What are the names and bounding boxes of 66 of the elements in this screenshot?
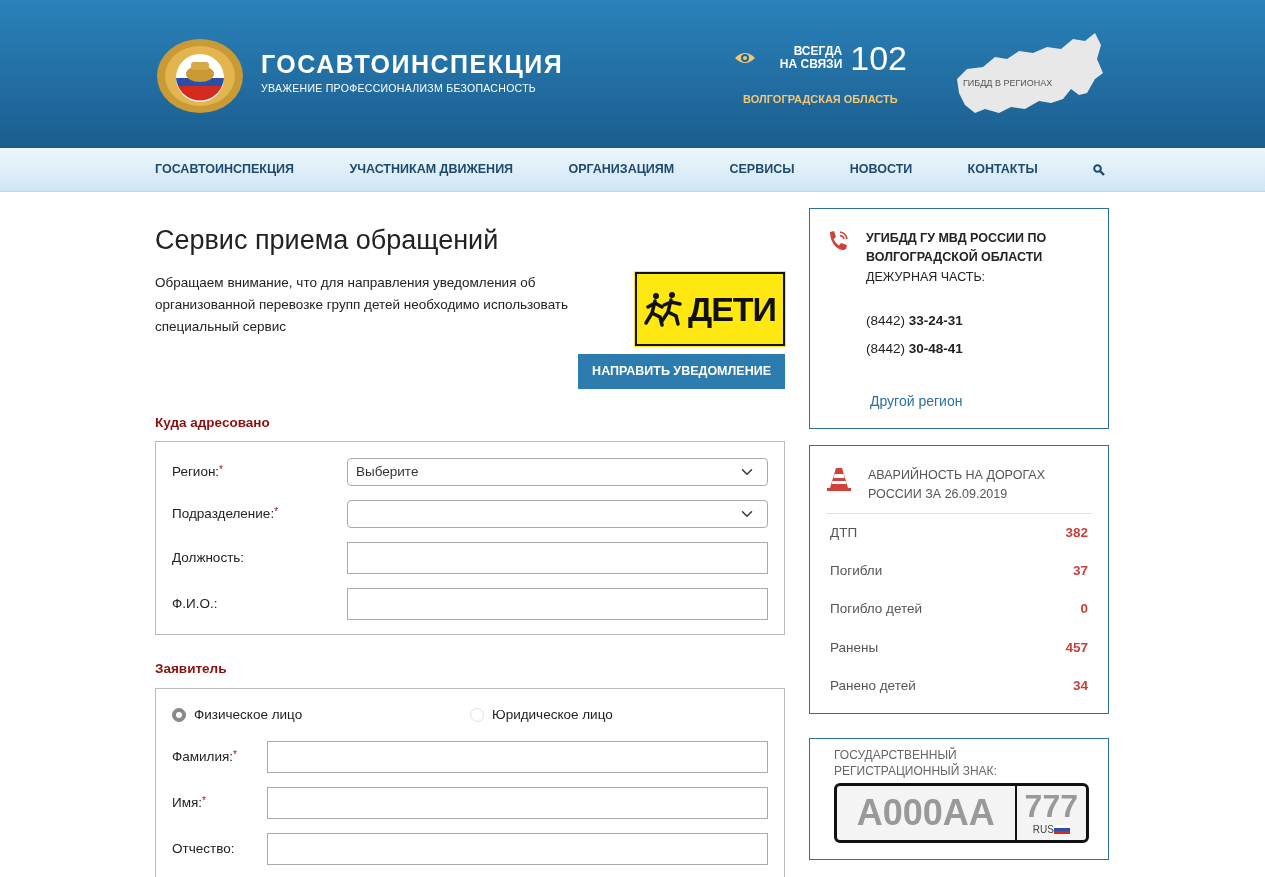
field-label: Подразделение: — [172, 505, 275, 524]
plate-label: ГОСУДАРСТВЕННЫЙ РЕГИСТРАЦИОННЫЙ ЗНАК: — [834, 747, 998, 780]
statistic-value: 457 — [1065, 638, 1088, 657]
statistic-value: 37 — [1072, 562, 1088, 580]
notice-text: Обращаем внимание, что для направления уведомления об организованной перевозке групп детей необходимо использовать специальный сервис — [155, 274, 570, 336]
running-children-icon — [643, 291, 684, 328]
department-name: УГИБДД ГУ МВД РОССИИ ПО ВОЛГОГРАДСКОЙ ОБЛАСТИ — [866, 230, 1048, 267]
statistic-label: Ранено детей — [830, 676, 916, 695]
hotline-label: НА СВЯЗИ — [779, 57, 843, 71]
text-input-field[interactable] — [267, 740, 768, 773]
region-name[interactable]: ВОЛГОГРАДСКАЯ ОБЛАСТЬ — [743, 90, 898, 108]
hotline-number: 102 — [850, 40, 907, 75]
plate-number: А000АА — [837, 786, 1017, 841]
text-input-field[interactable] — [347, 542, 768, 575]
site-title: ГОСАВТОИНСПЕКЦИЯ — [261, 51, 564, 77]
phone-number: (8442) 33-24-31 — [866, 311, 964, 330]
statistic-label: Погибли — [830, 562, 883, 580]
search-icon[interactable] — [1092, 163, 1105, 176]
required-mark: * — [233, 747, 237, 760]
field-label: Ф.И.О.: — [172, 595, 218, 614]
field-label: Отчество: — [172, 839, 235, 858]
statistic-label: Ранены — [830, 638, 879, 657]
field-label: Должность: — [172, 549, 245, 568]
nav-link[interactable]: СЕРВИСЫ — [729, 160, 795, 179]
eye-icon — [733, 50, 756, 65]
text-input-field[interactable] — [267, 832, 768, 865]
text-input-field[interactable] — [267, 786, 768, 819]
plate-country: RUS — [1032, 822, 1054, 837]
duty-unit-label: ДЕЖУРНАЯ ЧАСТЬ: — [866, 268, 987, 286]
text-input-field[interactable] — [347, 588, 768, 621]
field-label: Фамилия: — [172, 747, 234, 766]
sign-text: ДЕТИ — [687, 288, 777, 330]
nav-link[interactable]: ГОСАВТОИНСПЕКЦИЯ — [155, 160, 295, 179]
hotline-label: ВСЕГДА — [792, 44, 843, 58]
field-label: Имя: — [172, 793, 203, 812]
required-mark: * — [202, 793, 206, 806]
dropdown-field[interactable] — [347, 500, 768, 529]
radio-button[interactable] — [172, 707, 186, 722]
nav-link[interactable]: ОРГАНИЗАЦИЯМ — [568, 160, 675, 179]
statistic-value: 34 — [1072, 676, 1088, 695]
required-mark: * — [274, 505, 279, 518]
statistic-value: 382 — [1065, 523, 1088, 542]
statistic-label: Погибло детей — [830, 600, 923, 619]
radio-label: Юридическое лицо — [492, 705, 613, 724]
site-slogan: УВАЖЕНИЕ ПРОФЕССИОНАЛИЗМ БЕЗОПАСНОСТЬ — [261, 80, 538, 96]
children-sign-banner[interactable]: ДЕТИ — [635, 272, 785, 347]
statistic-label: ДТП — [830, 523, 858, 542]
required-mark: * — [219, 463, 223, 478]
nav-link[interactable]: НОВОСТИ — [849, 160, 913, 179]
statistic-value: 0 — [1080, 600, 1088, 619]
flag-icon — [1053, 824, 1070, 834]
statistics-title: АВАРИЙНОСТЬ НА ДОРОГАХ РОССИИ ЗА 26.09.2019 — [868, 466, 1046, 504]
phone-number: (8442) 30-48-41 — [866, 339, 964, 358]
nav-link[interactable]: УЧАСТНИКАМ ДВИЖЕНИЯ — [349, 160, 514, 179]
map-label: ГИБДД В РЕГИОНАХ — [963, 77, 1053, 90]
dropdown-field[interactable]: Выберите — [347, 458, 768, 487]
other-region-link[interactable]: Другой регион — [870, 391, 963, 412]
field-label: Регион: — [172, 463, 220, 482]
traffic-cone-icon — [826, 466, 852, 492]
page-title: Сервис приема обращений — [155, 224, 500, 257]
nav-link[interactable]: КОНТАКТЫ — [967, 160, 1038, 179]
plate-region: 777 — [1024, 789, 1078, 822]
section-heading: Заявитель — [155, 660, 228, 679]
radio-label: Физическое лицо — [194, 705, 303, 724]
section-heading: Куда адресовано — [155, 414, 271, 433]
send-notification-button[interactable]: НАПРАВИТЬ УВЕДОМЛЕНИЕ — [578, 354, 785, 390]
